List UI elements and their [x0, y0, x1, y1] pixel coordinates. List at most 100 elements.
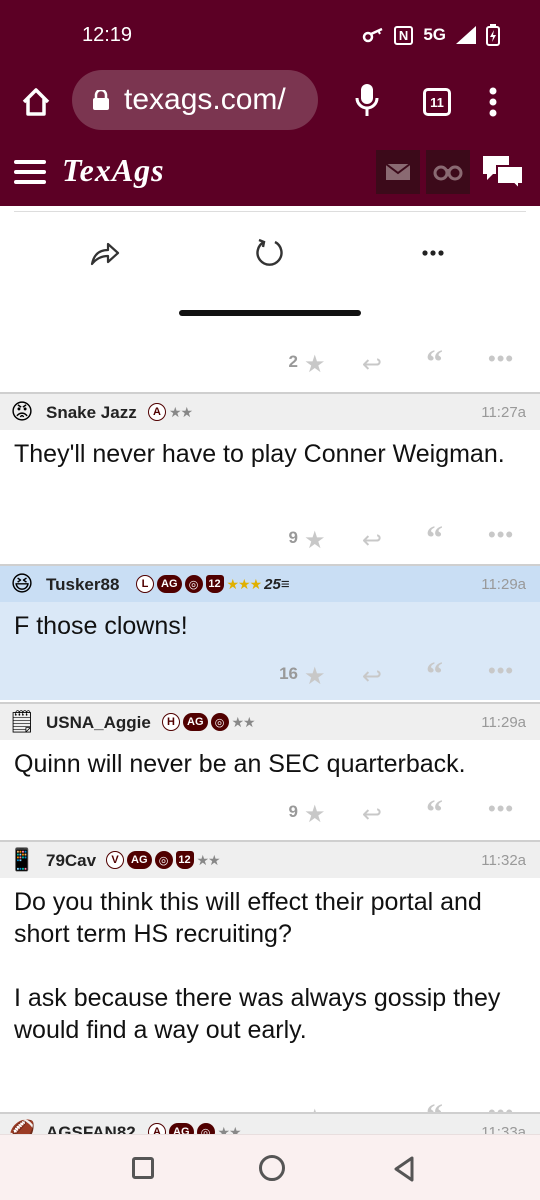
back-triangle-icon[interactable]	[392, 1155, 416, 1183]
watch-button[interactable]	[426, 150, 470, 194]
post-item: 📱 79Cav V AG ◎ 12 ★★ 11:32a Do you think…	[0, 840, 540, 1138]
site-header: TexAgs	[0, 138, 540, 206]
post-header: 🏈 AGSFAN82 A AG ◎ ★★ 11:33a	[0, 1112, 540, 1134]
post-text: F those clowns!	[14, 612, 188, 640]
post-item: 🗒 USNA_Aggie H AG ◎ ★★ 11:29a Quinn will…	[0, 702, 540, 834]
tab-switcher-button[interactable]: 11	[423, 88, 451, 116]
post-header: 😆 Tusker88 L AG ◎ 12 ★★★ 25≡ 11:29a	[0, 564, 540, 602]
overflow-menu-icon[interactable]	[488, 86, 498, 118]
post-username[interactable]: Snake Jazz	[46, 403, 137, 423]
quote-icon[interactable]: “	[426, 656, 443, 694]
like-count: 9	[288, 802, 298, 821]
chat-button[interactable]	[480, 150, 526, 194]
chat-bubbles-icon	[483, 156, 524, 190]
hamburger-menu-icon[interactable]	[14, 160, 46, 184]
post-time: 11:33a	[481, 1124, 526, 1134]
post-username[interactable]: Tusker88	[46, 575, 119, 595]
badge-letter: A	[148, 1123, 166, 1134]
user-stars: ★★★	[226, 575, 263, 592]
share-icon[interactable]	[88, 236, 122, 270]
user-stars: ★★	[169, 403, 193, 420]
badge-ag: AG	[127, 851, 152, 869]
badge-ring-icon: ◎	[210, 713, 229, 731]
post-time: 11:27a	[481, 404, 526, 421]
system-nav-bar	[0, 1134, 540, 1200]
more-options-icon[interactable]	[416, 236, 450, 270]
browser-toolbar: texags.com/ 11	[0, 64, 540, 138]
badge-letter: A	[148, 403, 166, 421]
post-actions: 16 ★ ↩ “ •••	[0, 656, 540, 696]
post-paragraph: I ask because there was always gossip th…	[14, 984, 501, 1044]
post-item: 🏈 AGSFAN82 A AG ◎ ★★ 11:33a	[0, 1112, 540, 1134]
star-icon[interactable]: ★	[304, 526, 326, 555]
post-item: 😆 Tusker88 L AG ◎ 12 ★★★ 25≡ 11:29a F th…	[0, 564, 540, 700]
badge-ag: AG	[157, 575, 182, 593]
reply-icon[interactable]: ↩	[362, 526, 382, 555]
reply-icon[interactable]: ↩	[362, 350, 382, 379]
post-paragraph: Do you think this will effect their port…	[14, 888, 482, 948]
post-username[interactable]: AGSFAN82	[46, 1123, 136, 1134]
reply-icon[interactable]: ↩	[362, 800, 382, 829]
badge-12: 12	[175, 851, 194, 869]
badge-letter: V	[106, 851, 124, 869]
post-body-highlight: F those clowns! 16 ★ ↩ “ •••	[0, 602, 540, 700]
more-icon[interactable]: •••	[488, 346, 514, 372]
more-icon[interactable]: •••	[488, 796, 514, 822]
user-badges: L AG ◎ 12 ★★★ 25≡	[136, 575, 290, 593]
status-bar: 12:19 N 5G	[0, 0, 540, 64]
badge-ring-icon: ◎	[196, 1123, 215, 1134]
sheet-drag-handle[interactable]	[179, 310, 361, 316]
site-logo[interactable]: TexAgs	[62, 152, 165, 189]
post-header: 🗒 USNA_Aggie H AG ◎ ★★ 11:29a	[0, 702, 540, 740]
url-text: texags.com/	[124, 83, 286, 116]
emoji-avatar[interactable]: 😆	[8, 570, 36, 598]
like-count: 2	[288, 352, 298, 371]
lock-icon	[93, 90, 109, 110]
battery-icon	[486, 24, 500, 46]
quote-icon[interactable]: “	[426, 344, 443, 382]
angry-face-avatar[interactable]: 😡	[8, 398, 36, 426]
status-icons: N 5G	[362, 24, 500, 46]
post-username[interactable]: USNA_Aggie	[46, 713, 151, 733]
post-item: 😡 Snake Jazz A ★★ 11:27a They'll never h…	[0, 392, 540, 560]
badge-ag: AG	[183, 713, 208, 731]
user-avatar[interactable]: 🏈	[8, 1118, 36, 1134]
post-actions: 2 ★ ↩ “ •••	[0, 344, 540, 384]
quote-icon[interactable]: “	[426, 520, 443, 558]
user-badges: A AG ◎ ★★	[148, 1123, 242, 1134]
star-icon[interactable]: ★	[304, 662, 326, 691]
post-username[interactable]: 79Cav	[46, 851, 96, 871]
post-time: 11:32a	[481, 852, 526, 869]
envelope-icon	[385, 163, 411, 180]
star-icon[interactable]: ★	[304, 800, 326, 829]
notepad-avatar[interactable]: 🗒	[8, 708, 36, 736]
more-icon[interactable]: •••	[488, 522, 514, 548]
star-icon[interactable]: ★	[304, 350, 326, 379]
sheet-divider	[14, 206, 526, 212]
phone-avatar[interactable]: 📱	[8, 846, 36, 874]
reply-icon[interactable]: ↩	[362, 662, 382, 691]
recents-button[interactable]	[132, 1157, 154, 1179]
key-icon	[362, 27, 383, 43]
nfc-icon: N	[393, 25, 414, 45]
post-text: They'll never have to play Conner Weigma…	[14, 440, 505, 468]
badge-letter: L	[136, 575, 154, 593]
binoculars-icon	[433, 165, 463, 181]
home-button[interactable]	[259, 1155, 285, 1181]
home-icon[interactable]	[18, 84, 54, 120]
status-time: 12:19	[82, 24, 133, 46]
quote-icon[interactable]: “	[426, 794, 443, 832]
user-badges: H AG ◎ ★★	[162, 713, 256, 731]
share-sheet	[0, 206, 540, 336]
post-header: 📱 79Cav V AG ◎ 12 ★★ 11:32a	[0, 840, 540, 878]
url-bar[interactable]: texags.com/	[72, 70, 318, 130]
post-text: Quinn will never be an SEC quarterback.	[14, 750, 466, 778]
more-icon[interactable]: •••	[488, 658, 514, 684]
mail-button[interactable]	[376, 150, 420, 194]
badge-12: 12	[205, 575, 224, 593]
post-actions: 9 ★ ↩ “ •••	[0, 520, 540, 560]
post-time: 11:29a	[481, 714, 526, 731]
microphone-icon[interactable]	[354, 82, 380, 120]
refresh-icon[interactable]	[253, 236, 287, 270]
signal-icon	[456, 26, 476, 44]
